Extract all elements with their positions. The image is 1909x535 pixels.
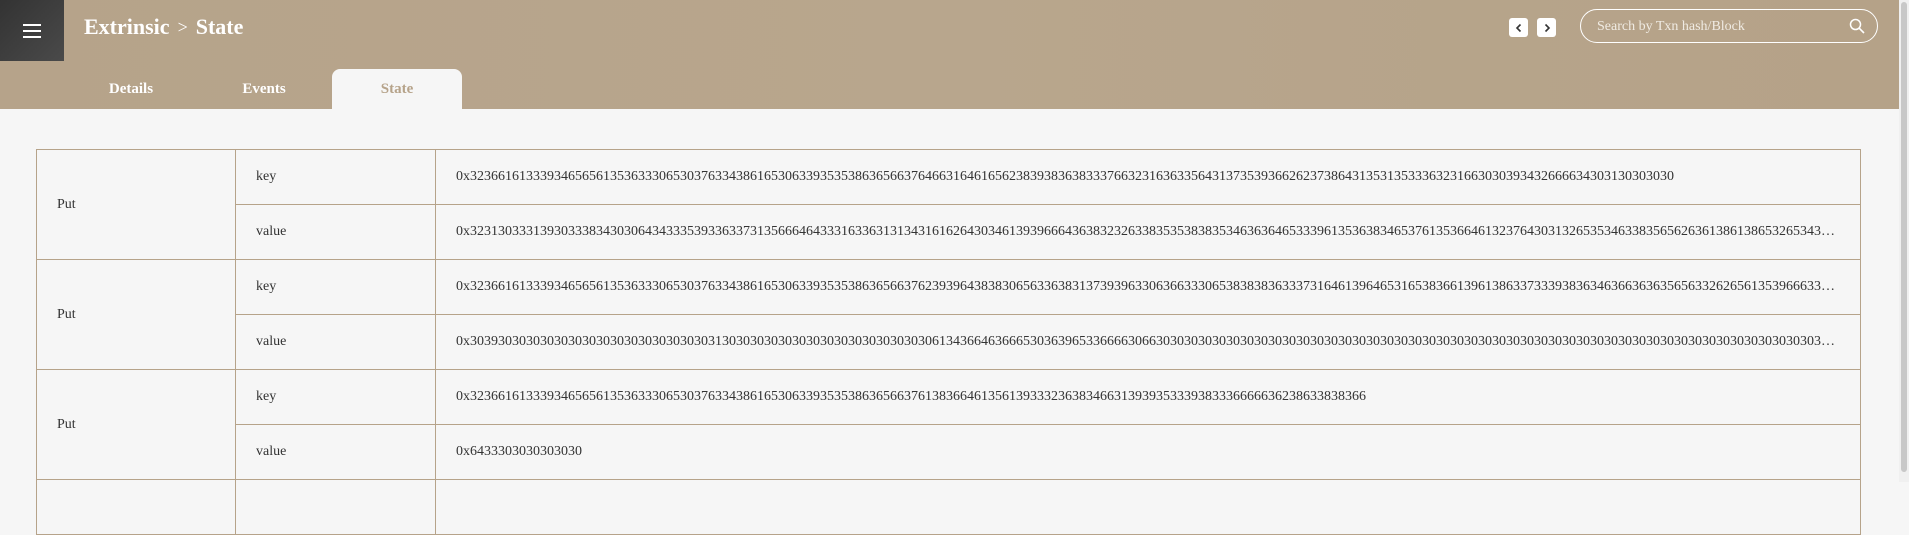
value-value: 0x32313033313930333834303064343335393363…	[435, 204, 1861, 260]
table-row: Put key 0x323661613339346565613536333065…	[36, 369, 1861, 480]
key-value: 0x32366161333934656561353633306530376334…	[435, 259, 1861, 315]
value-value: 0x6433303030303030	[435, 424, 1861, 480]
value-value: 0x30393030303030303030303030303030303130…	[435, 314, 1861, 370]
menu-button[interactable]	[0, 0, 64, 61]
key-label	[235, 479, 436, 535]
value-label: value	[235, 204, 436, 260]
op-cell: Put	[36, 149, 236, 260]
scrollbar-thumb[interactable]	[1901, 2, 1907, 472]
chevron-left-icon	[1515, 23, 1521, 32]
breadcrumb-current: State	[195, 14, 244, 39]
next-button[interactable]	[1537, 18, 1556, 37]
prev-button[interactable]	[1509, 18, 1528, 37]
breadcrumb: Extrinsic > State	[84, 14, 243, 40]
tab-events[interactable]: Events	[199, 69, 329, 109]
menu-icon	[23, 23, 41, 38]
value-label: value	[235, 314, 436, 370]
op-cell: Put	[36, 369, 236, 480]
table-row	[36, 479, 1861, 535]
tab-details[interactable]: Details	[66, 69, 196, 109]
table-row: value 0x30393030303030303030303030303030…	[37, 314, 1861, 370]
tab-state[interactable]: State	[332, 69, 462, 109]
table-row: value 0x6433303030303030	[37, 424, 1861, 480]
op-cell	[36, 479, 236, 535]
tab-bar: Details Events State	[66, 69, 465, 109]
state-table: Put key 0x323661613339346565613536333065…	[36, 149, 1861, 535]
breadcrumb-separator: >	[177, 16, 188, 37]
key-value	[435, 479, 1861, 535]
top-header: Extrinsic > State Details Events State	[0, 0, 1899, 109]
key-label: key	[235, 149, 436, 205]
breadcrumb-parent[interactable]: Extrinsic	[84, 14, 170, 40]
key-value: 0x32366161333934656561353633306530376334…	[435, 149, 1861, 205]
page-scrollbar[interactable]	[1899, 0, 1909, 482]
key-label: key	[235, 259, 436, 315]
value-label: value	[235, 424, 436, 480]
table-row: Put key 0x323661613339346565613536333065…	[36, 259, 1861, 370]
op-cell: Put	[36, 259, 236, 370]
key-label: key	[235, 369, 436, 425]
key-value: 0x32366161333934656561353633306530376334…	[435, 369, 1861, 425]
search-box	[1580, 9, 1878, 43]
search-input[interactable]	[1595, 16, 1839, 38]
chevron-right-icon	[1544, 23, 1550, 32]
search-icon[interactable]	[1849, 18, 1865, 34]
table-row: value 0x32313033313930333834303064343335…	[37, 204, 1861, 260]
table-row: Put key 0x323661613339346565613536333065…	[36, 149, 1861, 260]
